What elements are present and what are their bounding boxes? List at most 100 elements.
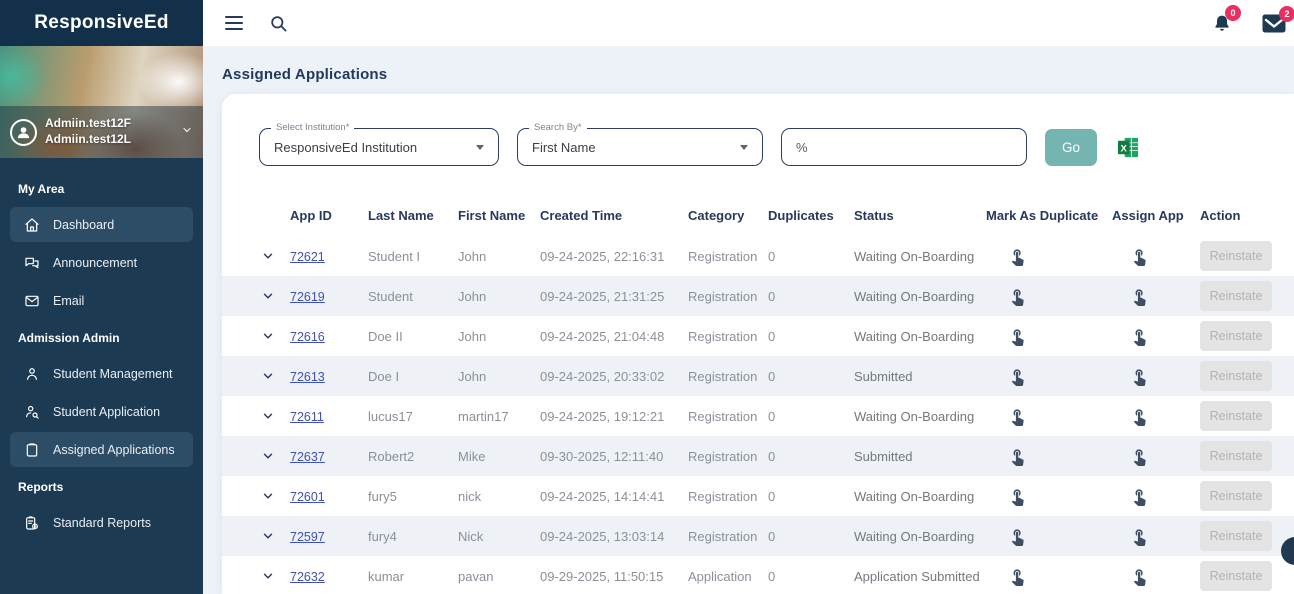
mark-as-duplicate-button[interactable] bbox=[1008, 527, 1027, 546]
user-name-line1: Admiin.test12F bbox=[45, 116, 132, 131]
section-label-my-area: My Area bbox=[18, 182, 65, 196]
status-cell: Application Submitted bbox=[854, 568, 980, 584]
sidebar-item-student-application[interactable]: Student Application bbox=[10, 394, 193, 429]
assign-app-button[interactable] bbox=[1130, 447, 1149, 466]
topbar: 0 2 bbox=[203, 0, 1294, 46]
mark-as-duplicate-button[interactable] bbox=[1008, 567, 1027, 586]
topbar-actions: 0 2 bbox=[1212, 4, 1294, 34]
col-status: Status bbox=[854, 207, 894, 223]
reinstate-button[interactable]: Reinstate bbox=[1200, 561, 1272, 591]
app-id-link[interactable]: 72616 bbox=[290, 330, 325, 344]
row-expand-button[interactable] bbox=[246, 249, 290, 263]
created-time-cell: 09-29-2025, 11:50:15 bbox=[540, 568, 664, 584]
mark-as-duplicate-button[interactable] bbox=[1008, 367, 1027, 386]
app-id-link[interactable]: 72597 bbox=[290, 530, 325, 544]
duplicates-cell: 0 bbox=[768, 568, 776, 584]
sidebar-item-announcement[interactable]: Announcement bbox=[10, 245, 193, 280]
last-name-cell: Doe I bbox=[368, 368, 400, 384]
app-id-link[interactable]: 72611 bbox=[290, 410, 324, 424]
sidebar-item-student-management[interactable]: Student Management bbox=[10, 356, 193, 391]
hamburger-menu-icon[interactable] bbox=[225, 16, 243, 30]
reinstate-button[interactable]: Reinstate bbox=[1200, 441, 1272, 471]
institution-select[interactable]: Select Institution* ResponsiveEd Institu… bbox=[259, 122, 499, 166]
search-icon[interactable] bbox=[269, 14, 288, 33]
category-cell: Registration bbox=[688, 488, 758, 504]
category-cell: Application bbox=[688, 568, 752, 584]
status-cell: Waiting On-Boarding bbox=[854, 528, 975, 544]
search-by-select-value: First Name bbox=[532, 139, 596, 155]
mark-as-duplicate-button[interactable] bbox=[1008, 247, 1027, 266]
assign-app-button[interactable] bbox=[1130, 367, 1149, 386]
search-term-input[interactable] bbox=[796, 139, 1012, 155]
reinstate-button[interactable]: Reinstate bbox=[1200, 241, 1272, 271]
touch-app-icon bbox=[1011, 528, 1024, 546]
row-expand-button[interactable] bbox=[246, 409, 290, 423]
assign-app-button[interactable] bbox=[1130, 287, 1149, 306]
mark-as-duplicate-button[interactable] bbox=[1008, 407, 1027, 426]
table-row: 72632 kumar pavan 09-29-2025, 11:50:15 A… bbox=[222, 556, 1294, 594]
last-name-cell: fury4 bbox=[368, 528, 397, 544]
reinstate-button[interactable]: Reinstate bbox=[1200, 361, 1272, 391]
excel-icon: X bbox=[1117, 137, 1139, 157]
row-expand-button[interactable] bbox=[246, 569, 290, 583]
reinstate-button[interactable]: Reinstate bbox=[1200, 401, 1272, 431]
assign-app-button[interactable] bbox=[1130, 487, 1149, 506]
duplicates-cell: 0 bbox=[768, 488, 776, 504]
section-label-admission-admin: Admission Admin bbox=[18, 331, 120, 345]
filter-bar: Select Institution* ResponsiveEd Institu… bbox=[259, 122, 1294, 166]
first-name-cell: Mike bbox=[458, 448, 486, 464]
last-name-cell: Doe II bbox=[368, 328, 403, 344]
status-cell: Waiting On-Boarding bbox=[854, 288, 975, 304]
app-id-link[interactable]: 72619 bbox=[290, 290, 325, 304]
touch-app-icon bbox=[1011, 568, 1024, 586]
mark-as-duplicate-button[interactable] bbox=[1008, 487, 1027, 506]
touch-app-icon bbox=[1133, 488, 1146, 506]
assign-app-button[interactable] bbox=[1130, 567, 1149, 586]
status-cell: Waiting On-Boarding bbox=[854, 328, 975, 344]
assign-app-button[interactable] bbox=[1130, 327, 1149, 346]
assign-app-button[interactable] bbox=[1130, 407, 1149, 426]
status-cell: Waiting On-Boarding bbox=[854, 488, 975, 504]
search-by-select[interactable]: Search By* First Name bbox=[517, 122, 763, 166]
sidebar-item-assigned-applications[interactable]: Assigned Applications bbox=[10, 432, 193, 467]
sidebar: ResponsiveEd Admiin.test12F Admiin.test1… bbox=[0, 0, 203, 594]
sidebar-item-dashboard[interactable]: Dashboard bbox=[10, 207, 193, 242]
reinstate-button[interactable]: Reinstate bbox=[1200, 321, 1272, 351]
reinstate-button[interactable]: Reinstate bbox=[1200, 521, 1272, 551]
mark-as-duplicate-button[interactable] bbox=[1008, 327, 1027, 346]
sidebar-item-email[interactable]: Email bbox=[10, 283, 193, 318]
table-row: 72616 Doe II John 09-24-2025, 21:04:48 R… bbox=[222, 316, 1294, 356]
row-expand-button[interactable] bbox=[246, 449, 290, 463]
mark-as-duplicate-button[interactable] bbox=[1008, 287, 1027, 306]
app-id-link[interactable]: 72613 bbox=[290, 370, 325, 384]
excel-export-button[interactable]: X bbox=[1117, 136, 1140, 159]
reinstate-button[interactable]: Reinstate bbox=[1200, 281, 1272, 311]
row-expand-button[interactable] bbox=[246, 369, 290, 383]
app-id-link[interactable]: 72621 bbox=[290, 250, 325, 264]
app-id-link[interactable]: 72637 bbox=[290, 450, 325, 464]
assign-app-button[interactable] bbox=[1130, 247, 1149, 266]
app-id-link[interactable]: 72632 bbox=[290, 570, 325, 584]
col-created-time: Created Time bbox=[540, 207, 623, 223]
assign-app-button[interactable] bbox=[1130, 527, 1149, 546]
go-button[interactable]: Go bbox=[1045, 128, 1097, 166]
col-app-id: App ID bbox=[290, 207, 332, 223]
duplicates-cell: 0 bbox=[768, 368, 776, 384]
row-expand-button[interactable] bbox=[246, 529, 290, 543]
first-name-cell: John bbox=[458, 248, 487, 264]
app-id-link[interactable]: 72601 bbox=[290, 490, 325, 504]
touch-app-icon bbox=[1133, 328, 1146, 346]
reinstate-button[interactable]: Reinstate bbox=[1200, 481, 1272, 511]
row-expand-button[interactable] bbox=[246, 489, 290, 503]
user-menu[interactable]: Admiin.test12F Admiin.test12L bbox=[0, 106, 203, 158]
svg-text:X: X bbox=[1121, 143, 1128, 154]
notifications-button[interactable]: 0 bbox=[1212, 4, 1241, 34]
row-expand-button[interactable] bbox=[246, 329, 290, 343]
mark-as-duplicate-button[interactable] bbox=[1008, 447, 1027, 466]
chevron-down-icon bbox=[263, 493, 273, 499]
mail-button[interactable]: 2 bbox=[1262, 5, 1294, 33]
brand-logo: ResponsiveEd bbox=[0, 0, 203, 46]
sidebar-item-standard-reports[interactable]: Standard Reports bbox=[10, 505, 193, 540]
row-expand-button[interactable] bbox=[246, 289, 290, 303]
chevron-down-icon[interactable] bbox=[181, 123, 193, 141]
